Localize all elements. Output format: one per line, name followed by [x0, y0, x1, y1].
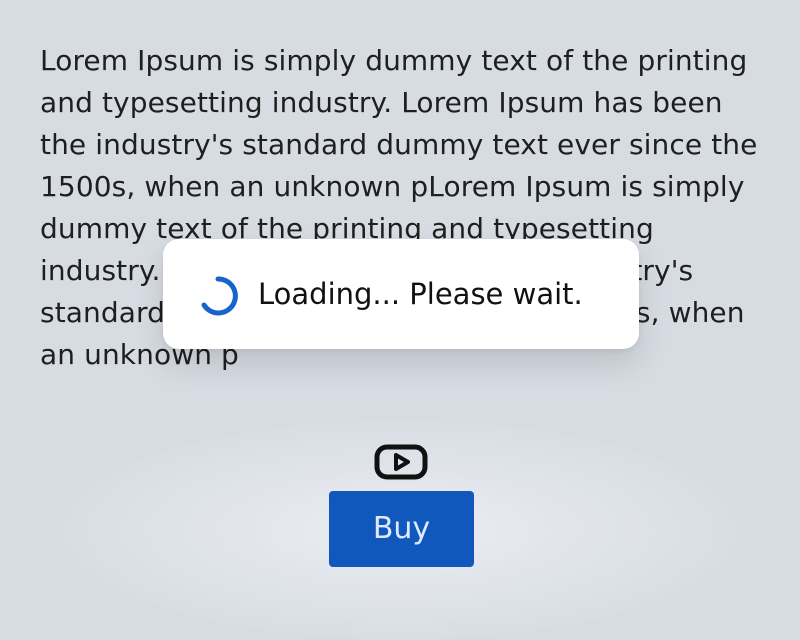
buy-button[interactable]: Buy: [329, 491, 474, 567]
spinner-icon: [201, 276, 238, 316]
loading-dialog: Loading... Please wait.: [163, 239, 639, 349]
play-video-icon[interactable]: [374, 444, 428, 480]
loading-message: Loading... Please wait.: [258, 277, 583, 311]
